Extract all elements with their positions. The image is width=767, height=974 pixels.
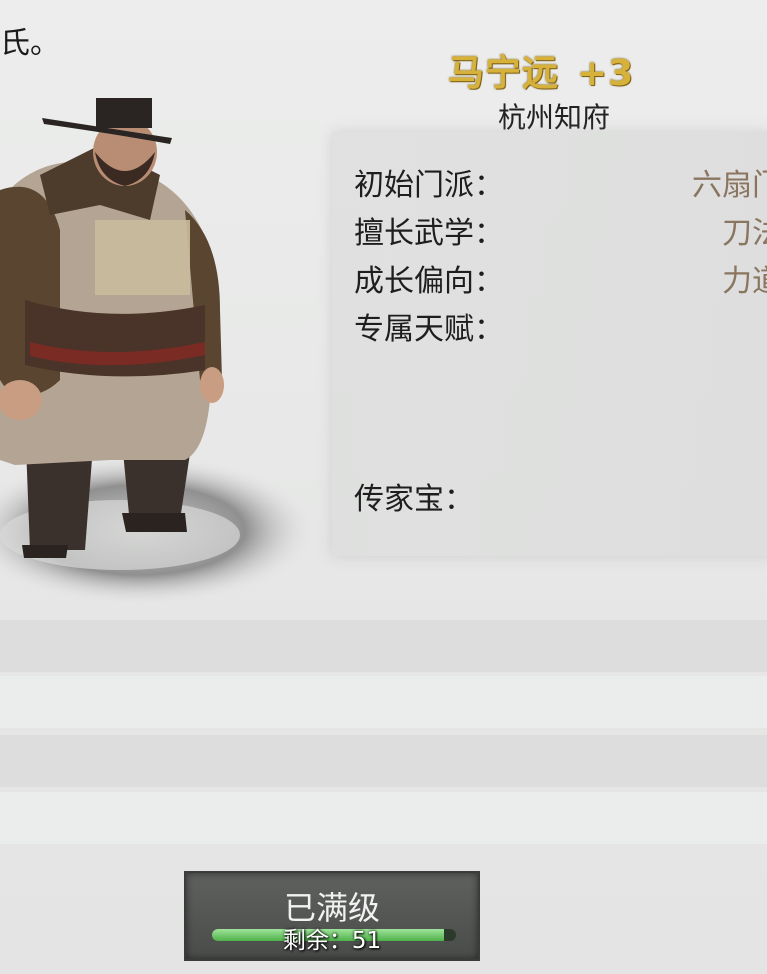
- info-row-sect: 初始门派： 六扇门: [354, 160, 767, 204]
- info-label: 传家宝：: [354, 482, 474, 517]
- info-value: 六扇门: [692, 168, 767, 203]
- list-band: [0, 735, 767, 787]
- info-label: 成长偏向：: [354, 264, 504, 299]
- info-row-growth: 成长偏向： 力道: [354, 256, 767, 300]
- remaining-count: 剩余：51: [282, 928, 382, 954]
- list-band: [0, 620, 767, 672]
- info-label: 专属天赋：: [354, 312, 504, 347]
- character-name-text: 马宁远: [448, 53, 560, 94]
- info-value: 刀法: [722, 216, 767, 251]
- character-portrait: [0, 98, 315, 605]
- list-band: [0, 792, 767, 844]
- info-value: 力道: [722, 264, 767, 299]
- character-name: 马宁远 +3: [448, 44, 634, 96]
- list-band: [0, 676, 767, 728]
- level-up-button[interactable]: 已满级 剩余：51: [184, 871, 480, 961]
- character-title: 杭州知府: [498, 101, 611, 134]
- info-row-heirloom: 传家宝：: [354, 474, 767, 518]
- info-label: 擅长武学：: [354, 216, 504, 251]
- info-label: 初始门派：: [354, 168, 504, 203]
- character-info-panel: 初始门派： 六扇门 擅长武学： 刀法 成长偏向： 力道 专属天赋： 传家宝：: [332, 132, 767, 556]
- dialogue-text-fragment: 氏。: [0, 26, 60, 61]
- info-row-talent: 专属天赋：: [354, 304, 767, 348]
- character-level: +3: [577, 53, 635, 94]
- info-row-martial-art: 擅长武学： 刀法: [354, 208, 767, 252]
